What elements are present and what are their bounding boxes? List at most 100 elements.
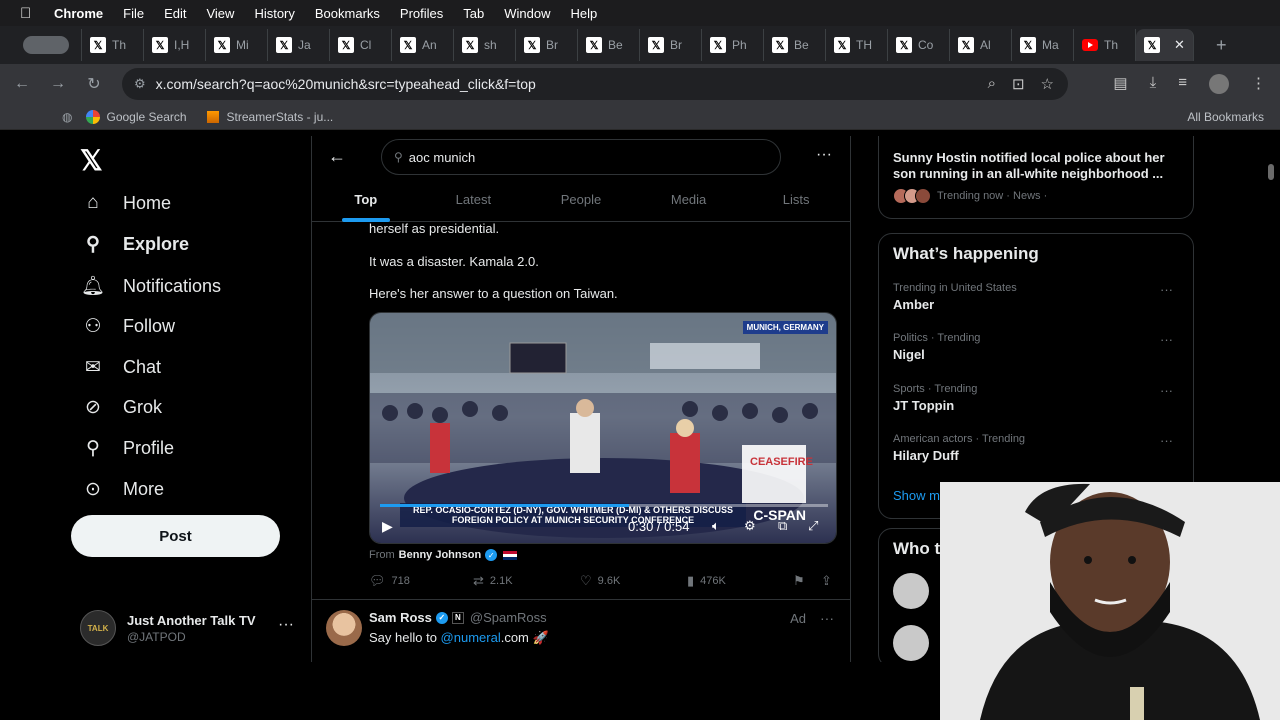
settings-gear-icon[interactable]: ⚙ (744, 518, 756, 534)
avatar[interactable] (893, 625, 929, 661)
avatar[interactable] (893, 573, 929, 609)
page-scrollbar[interactable] (1268, 164, 1274, 180)
all-bookmarks-button[interactable]: All Bookmarks (1187, 110, 1264, 124)
trending-news-card[interactable]: Sunny Hostin notified local police about… (878, 136, 1194, 219)
browser-tab[interactable]: 𝕏 Br (516, 29, 578, 61)
tab-group-toggle[interactable] (10, 29, 82, 61)
ad-mention-link[interactable]: @numeral (441, 630, 501, 645)
nav-chat[interactable]: ✉ Chat (80, 356, 161, 379)
bookmark-button[interactable]: ⚑ (793, 573, 811, 589)
menu-chrome[interactable]: Chrome (54, 6, 103, 21)
nav-follow[interactable]: ⚇ Follow (80, 315, 175, 338)
views-button[interactable]: ▮ 476K (687, 573, 726, 589)
browser-tab[interactable]: 𝕏sh (454, 29, 516, 61)
browser-tab[interactable]: 𝕏 Ma (1012, 29, 1074, 61)
show-more-link[interactable]: Show m (893, 488, 940, 503)
more-dots-icon[interactable]: ··· (1160, 383, 1173, 398)
share-button[interactable]: ⇪ (821, 573, 838, 589)
source-name[interactable]: Benny Johnson (399, 549, 482, 561)
menu-help[interactable]: Help (571, 6, 598, 21)
menu-edit[interactable]: Edit (164, 6, 186, 21)
repost-button[interactable]: ⇄ 2.1K (473, 573, 513, 589)
nav-home[interactable]: ⌂ Home (80, 192, 171, 214)
bookmark-streamerstats[interactable]: StreamerStats - ju... (206, 110, 333, 124)
ad-author[interactable]: Sam Ross ✓ N @SpamRoss (369, 610, 547, 625)
address-bar[interactable]: ⚙ x.com/search?q=aoc%20munich&src=typeah… (122, 68, 1068, 100)
nav-more[interactable]: ⊙ More (80, 478, 164, 501)
new-tab-icon[interactable]: + (1216, 35, 1227, 56)
menu-file[interactable]: File (123, 6, 144, 21)
profile-avatar-icon[interactable] (1209, 74, 1229, 94)
reply-button[interactable]: 💬︎ 718 (369, 573, 410, 589)
browser-tab[interactable]: 𝕏 Mi (206, 29, 268, 61)
browser-tab[interactable]: 𝕏 Co (888, 29, 950, 61)
active-browser-tab[interactable]: 𝕏 ✕ (1136, 29, 1194, 61)
account-switcher[interactable]: TALK Just Another Talk TV @JATPOD ··· (80, 608, 300, 648)
browser-tab[interactable]: Th (1074, 29, 1136, 61)
download-icon[interactable]: ⤓ (1150, 74, 1157, 94)
nav-grok[interactable]: ⊘ Grok (80, 396, 162, 419)
menu-window[interactable]: Window (504, 6, 550, 21)
video-progress-bar[interactable] (380, 504, 828, 507)
bookmark-google-search[interactable]: Google Search (86, 109, 187, 124)
volume-icon[interactable]: 🔈︎ (712, 518, 720, 534)
back-arrow-icon[interactable]: ← (328, 146, 346, 167)
nav-notifications[interactable]: 🔔︎ Notifications (80, 274, 221, 298)
trend-item[interactable]: Politics · Trending Nigel ··· (893, 332, 1181, 362)
browser-tab[interactable]: 𝕏 An (392, 29, 454, 61)
picture-in-picture-icon[interactable]: ⧉ (778, 518, 787, 534)
browser-tab[interactable]: 𝕏 TH (826, 29, 888, 61)
back-arrow-icon[interactable]: ← (4, 75, 40, 93)
play-icon[interactable]: ▶ (382, 518, 393, 535)
apple-icon[interactable]:  (20, 5, 40, 22)
menu-bookmarks[interactable]: Bookmarks (315, 6, 380, 21)
menu-history[interactable]: History (254, 6, 294, 21)
browser-tab[interactable]: 𝕏 Ph (702, 29, 764, 61)
browser-tab[interactable]: 𝕏 Al (950, 29, 1012, 61)
more-dots-icon[interactable]: ··· (1160, 282, 1173, 297)
like-button[interactable]: ♡ 9.6K (580, 573, 620, 589)
ad-tweet[interactable]: Sam Ross ✓ N @SpamRoss Ad ··· Say hello … (312, 599, 850, 662)
reload-icon[interactable]: ↻ (76, 74, 112, 94)
more-dots-icon[interactable]: ··· (816, 146, 832, 164)
trend-item[interactable]: Trending in United States Amber ··· (893, 282, 1181, 312)
install-app-icon[interactable]: ⊡ (1012, 75, 1025, 93)
media-controls-icon[interactable]: ≡ (1178, 74, 1187, 94)
tab-lists[interactable]: Lists (742, 186, 850, 222)
browser-tab[interactable]: 𝕏 Br (640, 29, 702, 61)
search-box[interactable]: ⚲ (381, 139, 781, 175)
nav-explore[interactable]: ⚲ Explore (80, 233, 189, 256)
kebab-menu-icon[interactable]: ⋮ (1251, 74, 1266, 94)
trend-item[interactable]: American actors · Trending Hilary Duff ·… (893, 433, 1181, 463)
menu-tab[interactable]: Tab (463, 6, 484, 21)
zoom-icon[interactable]: ⌕ (988, 75, 996, 93)
tab-media[interactable]: Media (635, 186, 743, 222)
search-input[interactable] (408, 149, 749, 165)
more-dots-icon[interactable]: ··· (278, 616, 294, 634)
forward-arrow-icon[interactable]: → (40, 75, 76, 93)
tab-people[interactable]: People (527, 186, 635, 222)
browser-tab[interactable]: 𝕏 Ja (268, 29, 330, 61)
nav-profile[interactable]: ⚲ Profile (80, 437, 174, 460)
side-panel-icon[interactable]: ▤ (1113, 74, 1127, 94)
post-button[interactable]: Post (71, 515, 280, 557)
tab-latest[interactable]: Latest (420, 186, 528, 222)
site-info-icon[interactable]: ⚙ (134, 76, 146, 92)
more-dots-icon[interactable]: ··· (1160, 433, 1173, 448)
browser-tab[interactable]: 𝕏 Cl (330, 29, 392, 61)
browser-tab[interactable]: 𝕏 I,H (144, 29, 206, 61)
menu-profiles[interactable]: Profiles (400, 6, 443, 21)
more-dots-icon[interactable]: ··· (820, 610, 834, 626)
avatar[interactable] (326, 610, 362, 646)
video-player[interactable]: CEASEFIRE MUNICH, GERMANY REP. OCASIO-CO… (369, 312, 837, 544)
menu-view[interactable]: View (206, 6, 234, 21)
bookmark-star-icon[interactable]: ☆ (1041, 75, 1054, 93)
more-dots-icon[interactable]: ··· (1160, 332, 1173, 347)
close-tab-icon[interactable]: ✕ (1174, 37, 1185, 53)
tab-top[interactable]: Top (312, 186, 420, 222)
fullscreen-icon[interactable]: ⤢ (808, 518, 818, 534)
browser-tab[interactable]: 𝕏 Be (764, 29, 826, 61)
x-logo-icon[interactable]: 𝕏 (80, 144, 103, 177)
globe-icon[interactable]: ◍ (62, 110, 72, 124)
browser-tab[interactable]: 𝕏 Be (578, 29, 640, 61)
